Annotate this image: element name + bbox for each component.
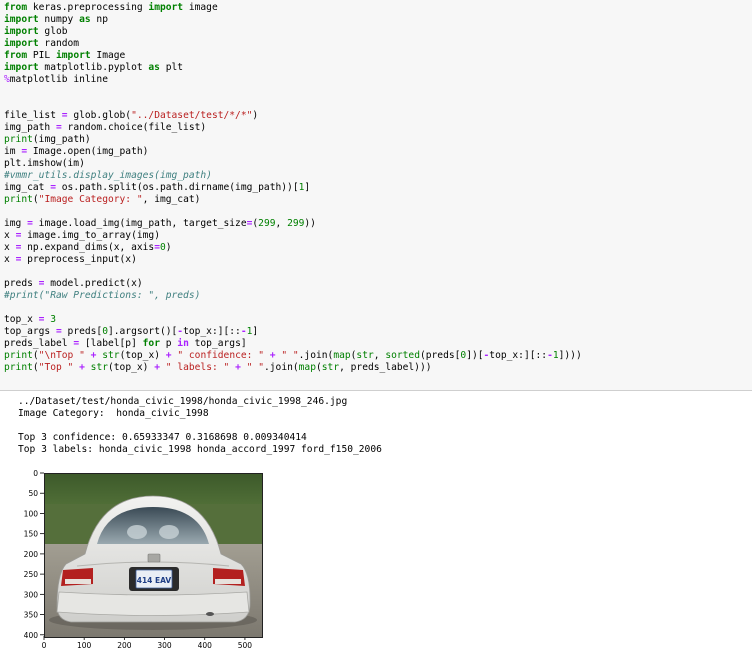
code-line: top_x = 3 [4,314,56,325]
y-axis-ticks: 0 50 100 150 200 250 300 350 400 [24,469,44,640]
code-line: file_list = glob.glob("../Dataset/test/*… [4,110,259,121]
code-line: import glob [4,26,68,37]
code-line: import random [4,38,80,49]
x-tick-label: 100 [77,641,92,650]
code-line: print("\nTop " + str(top_x) + " confiden… [4,350,582,361]
output-line-category: Image Category: honda_civic_1998 [18,408,209,419]
code-line: img = image.load_img(img_path, target_si… [4,218,316,229]
code-line: import numpy as np [4,14,108,25]
code-line: #print("Raw Predictions: ", preds) [4,290,201,301]
y-tick-label: 150 [24,530,39,539]
code-line: img_cat = os.path.split(os.path.dirname(… [4,182,311,193]
y-tick-label: 250 [24,570,39,579]
honda-emblem [147,553,161,563]
y-tick-label: 50 [28,489,38,498]
x-axis-ticks: 0 100 200 300 400 500 [42,636,253,650]
output-line-path: ../Dataset/test/honda_civic_1998/honda_c… [18,396,348,407]
code-line: from PIL import Image [4,50,126,61]
x-tick-label: 500 [238,641,253,650]
code-line: x = image.img_to_array(img) [4,230,160,241]
code-line: import matplotlib.pyplot as plt [4,62,184,73]
code-line: print("Top " + str(top_x) + " labels: " … [4,362,432,373]
code-line: img_path = random.choice(file_list) [4,122,207,133]
x-tick-label: 200 [117,641,132,650]
code-line: x = preprocess_input(x) [4,254,137,265]
x-tick-label: 400 [198,641,213,650]
y-tick-label: 400 [24,631,39,640]
code-cell[interactable]: from keras.preprocessing import image im… [0,0,752,391]
y-tick-label: 300 [24,590,39,599]
y-tick-label: 0 [33,469,38,478]
code-line: preds_label = [label[p] for p in top_arg… [4,338,247,349]
code-line: top_args = preds[0].argsort()[-top_x:][:… [4,326,259,337]
license-plate-text: 414 EAV [137,576,172,585]
output-line-labels: Top 3 labels: honda_civic_1998 honda_acc… [18,444,382,455]
y-tick-label: 200 [24,550,39,559]
code-line: from keras.preprocessing import image [4,2,218,13]
code-line: plt.imshow(im) [4,158,85,169]
output-line-confidence: Top 3 confidence: 0.65933347 0.3168698 0… [18,432,307,443]
code-line: preds = model.predict(x) [4,278,143,289]
code-line: print(img_path) [4,134,91,145]
rear-bumper [56,591,250,616]
code-line: %matplotlib inline [4,74,108,85]
x-tick-label: 0 [42,641,47,650]
code-line: print("Image Category: ", img_cat) [4,194,201,205]
code-line: im = Image.open(img_path) [4,146,149,157]
y-tick-label: 100 [24,509,39,518]
car-photo: 414 EAV [44,473,263,638]
code-line: x = np.expand_dims(x, axis=0) [4,242,172,253]
car-rear-illustration: 414 EAV [45,474,262,637]
cell-output: ../Dataset/test/honda_civic_1998/honda_c… [18,396,382,456]
code-line: #vmmr_utils.display_images(img_path) [4,170,212,181]
x-tick-label: 300 [157,641,172,650]
y-tick-label: 350 [24,611,39,620]
code-editor[interactable]: from keras.preprocessing import image im… [4,2,582,374]
